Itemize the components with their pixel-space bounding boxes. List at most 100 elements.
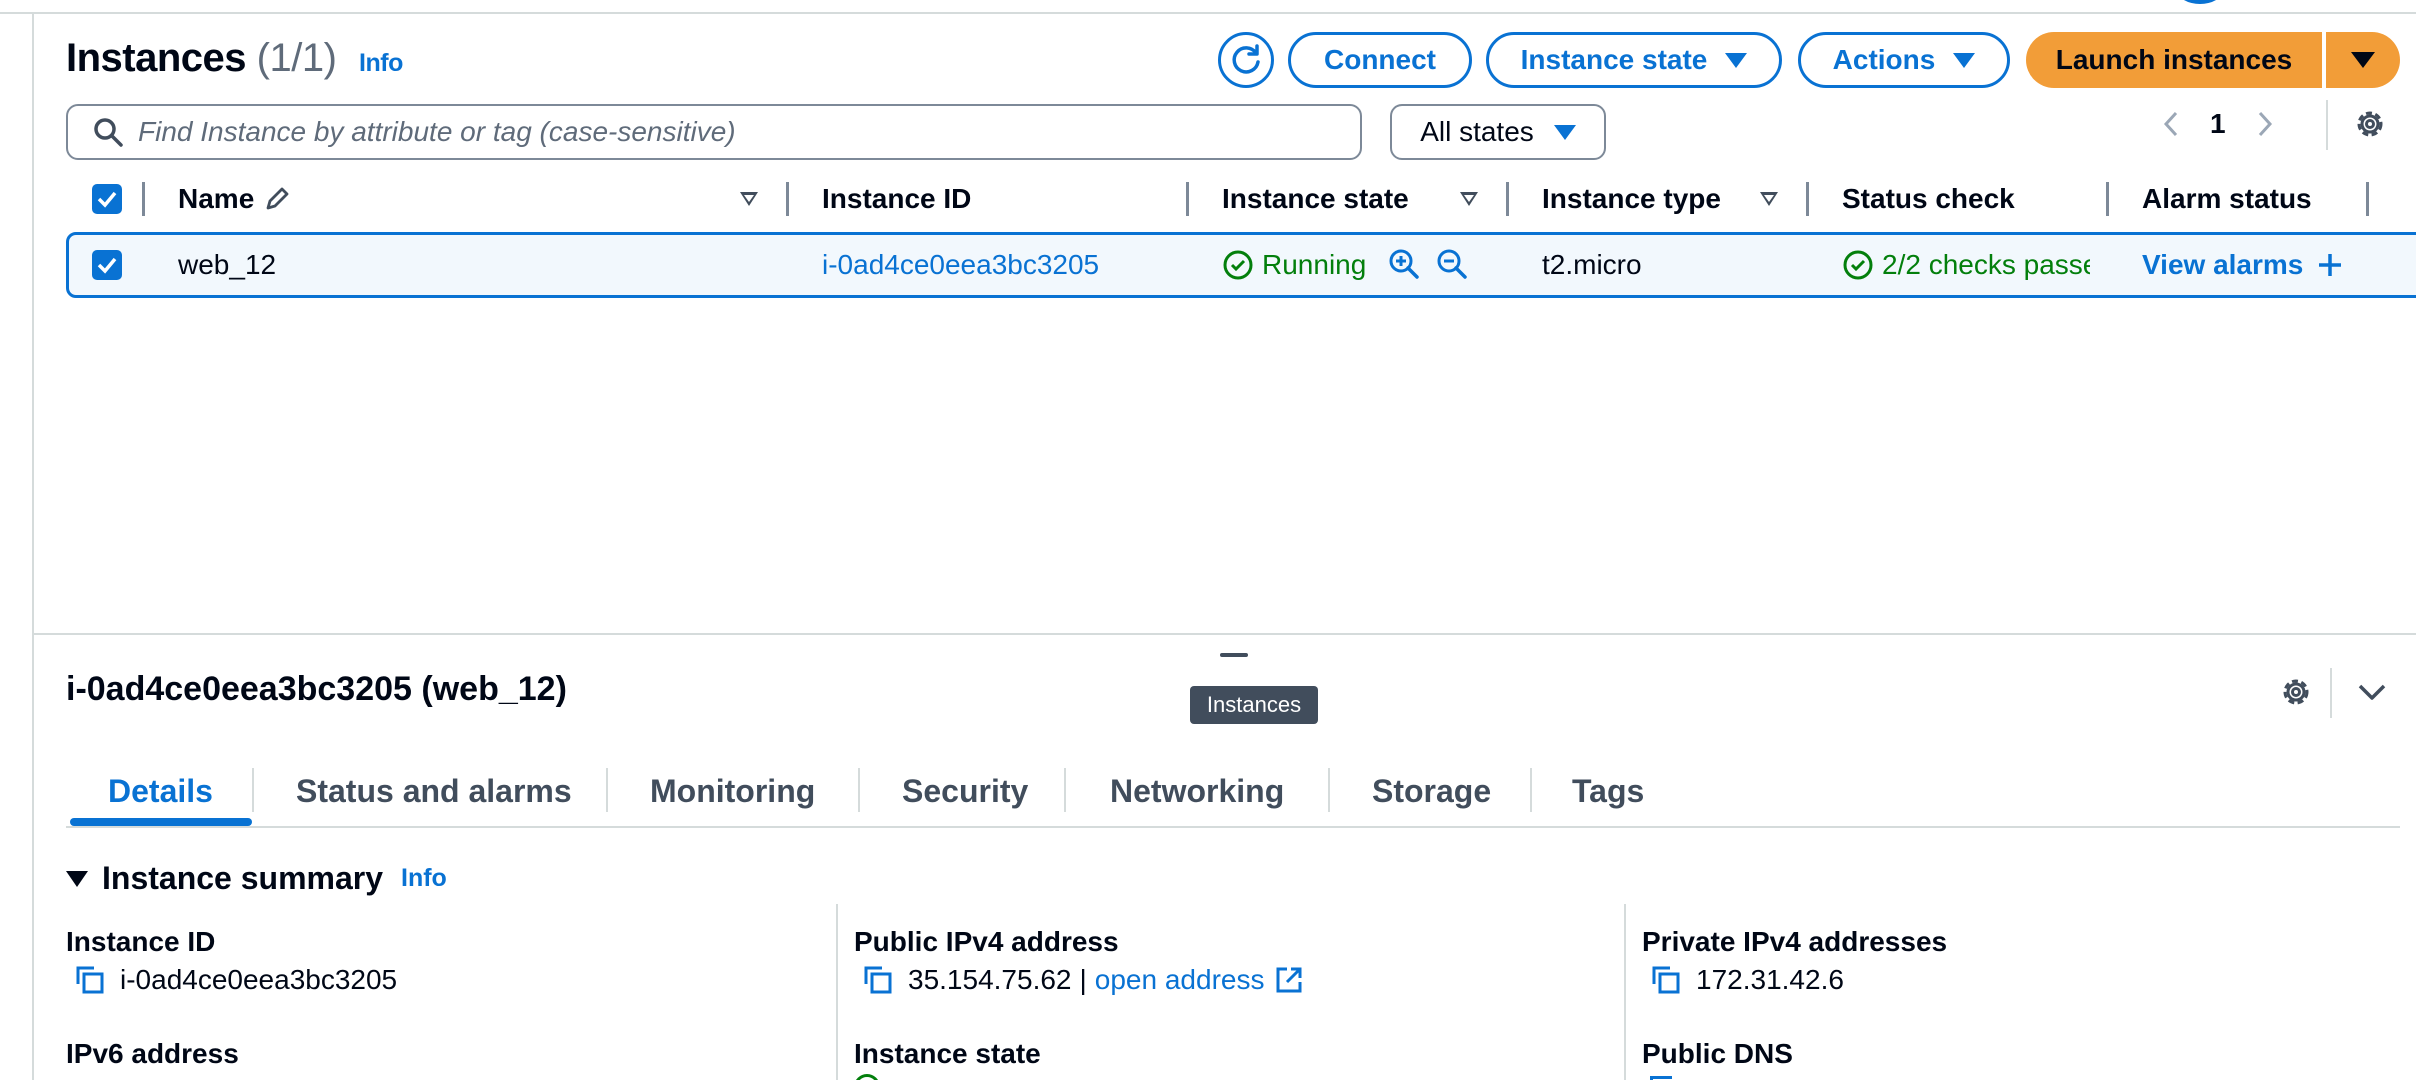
cell-instance-id-link[interactable]: i-0ad4ce0eea3bc3205 [822, 235, 1099, 295]
chevron-right-icon[interactable] [2254, 109, 2276, 139]
info-link[interactable]: Info [359, 49, 403, 77]
connect-button[interactable]: Connect [1288, 32, 1472, 88]
sort-icon[interactable] [740, 192, 758, 206]
info-link[interactable]: Info [401, 864, 447, 893]
column-header-instance-id[interactable]: Instance ID [822, 174, 971, 224]
view-alarms-link[interactable]: View alarms [2142, 235, 2343, 295]
tab-divider [252, 768, 254, 812]
copy-icon[interactable] [1650, 1076, 1672, 1080]
column-divider [2366, 182, 2369, 216]
actions-dropdown[interactable]: Actions [1798, 32, 2010, 88]
actions-label: Actions [1832, 44, 1936, 75]
launch-options-button[interactable] [2326, 32, 2400, 88]
zoom-out-icon[interactable] [1435, 247, 1469, 281]
divider [2330, 668, 2332, 718]
cell-instance-type: t2.micro [1542, 249, 1642, 280]
tab-details[interactable]: Details [108, 758, 213, 824]
caret-down-icon [1553, 124, 1576, 140]
tab-status-and-alarms[interactable]: Status and alarms [296, 758, 572, 824]
column-divider [836, 904, 838, 1080]
details-title: i-0ad4ce0eea3bc3205 (web_12) [66, 670, 567, 708]
tab-divider [606, 768, 608, 812]
refresh-button[interactable] [1218, 32, 1274, 88]
field-value-private-ip: 172.31.42.6 [1650, 964, 1844, 996]
panel-settings-icon[interactable] [2278, 674, 2314, 710]
instance-summary-header[interactable]: Instance summary Info [66, 860, 447, 897]
column-divider [786, 182, 789, 216]
checkbox[interactable] [92, 250, 122, 280]
separator: | [1079, 964, 1087, 995]
caret-down-icon [66, 870, 88, 887]
sort-icon[interactable] [1460, 192, 1478, 206]
check-icon [97, 257, 117, 274]
search-input[interactable] [138, 116, 1338, 148]
page-number[interactable]: 1 [2210, 108, 2226, 140]
column-header-alarm-status[interactable]: Alarm status [2142, 174, 2312, 224]
copy-icon[interactable] [862, 964, 894, 996]
column-header-instance-type[interactable]: Instance type [1542, 174, 1721, 224]
table-settings-icon[interactable] [2352, 106, 2388, 142]
check-icon [97, 191, 117, 208]
column-header-instance-state[interactable]: Instance state [1222, 174, 1409, 224]
search-field[interactable] [66, 104, 1362, 160]
column-divider [1186, 182, 1189, 216]
column-header-name-label: Name [178, 183, 255, 214]
page-title-text: Instances [66, 36, 247, 80]
column-header-status-check[interactable]: Status check [1842, 174, 2015, 224]
copy-icon[interactable] [1650, 964, 1682, 996]
search-icon [94, 118, 123, 147]
caret-down-icon [1725, 52, 1748, 68]
open-address-link[interactable]: open address [1095, 964, 1265, 996]
caret-down-icon [1953, 52, 1976, 68]
divider [2326, 100, 2328, 150]
instance-state-dropdown[interactable]: Instance state [1486, 32, 1782, 88]
instance-state-label: Instance state [1520, 44, 1708, 75]
tab-divider [858, 768, 860, 812]
refresh-icon [1232, 44, 1260, 74]
column-header-name[interactable]: Name [178, 174, 292, 224]
copy-icon[interactable] [74, 964, 106, 996]
field-label-public-ip: Public IPv4 address [854, 926, 1119, 957]
instance-id-value: i-0ad4ce0eea3bc3205 [120, 964, 398, 995]
tab-divider [1530, 768, 1532, 812]
field-label-instance-id: Instance ID [66, 926, 216, 957]
split-panel-border [34, 633, 2416, 635]
column-divider [1506, 182, 1509, 216]
select-all-checkbox[interactable] [92, 174, 122, 224]
chevron-down-icon[interactable] [2356, 680, 2388, 704]
table-header: Name Instance ID Instance state Instance… [66, 174, 2416, 224]
cell-instance-state: Running [1222, 235, 1366, 295]
tab-tags[interactable]: Tags [1572, 758, 1644, 824]
states-select-value: All states [1420, 116, 1534, 147]
table-row[interactable]: web_12 i-0ad4ce0eea3bc3205 Running t2.mi… [66, 232, 2416, 298]
public-ip-value: 35.154.75.62 [908, 964, 1072, 995]
success-check-circle-icon [1223, 250, 1253, 280]
state-running-label: Running [1262, 249, 1367, 280]
tab-storage[interactable]: Storage [1372, 758, 1491, 824]
chevron-left-icon[interactable] [2160, 109, 2182, 139]
sort-icon[interactable] [1760, 192, 1778, 206]
row-checkbox[interactable] [92, 235, 122, 295]
cell-name: web_12 [178, 249, 277, 280]
tooltip: Instances [1190, 686, 1318, 724]
column-divider [2106, 182, 2109, 216]
view-alarms-label: View alarms [2142, 249, 2304, 280]
resize-handle[interactable] [1220, 653, 1248, 657]
launch-instances-button[interactable]: Launch instances [2026, 32, 2322, 88]
details-tabs: Details Status and alarms Monitoring Sec… [66, 758, 2400, 828]
plus-icon[interactable] [2317, 252, 2343, 278]
private-ip-value: 172.31.42.6 [1696, 964, 1844, 995]
column-divider [1624, 904, 1626, 1080]
field-label-ipv6: IPv6 address [66, 1038, 239, 1069]
field-value-public-ip: 35.154.75.62 | open address [862, 964, 1304, 996]
field-label-public-dns: Public DNS [1642, 1038, 1793, 1069]
external-link-icon[interactable] [1274, 965, 1304, 995]
zoom-in-icon[interactable] [1387, 247, 1421, 281]
tab-networking[interactable]: Networking [1110, 758, 1284, 824]
tab-monitoring[interactable]: Monitoring [650, 758, 815, 824]
checkbox[interactable] [92, 184, 122, 214]
tab-security[interactable]: Security [902, 758, 1028, 824]
states-select[interactable]: All states [1390, 104, 1606, 160]
page-title: Instances (1/1) Info [66, 36, 403, 81]
success-check-circle-icon [854, 1074, 880, 1080]
